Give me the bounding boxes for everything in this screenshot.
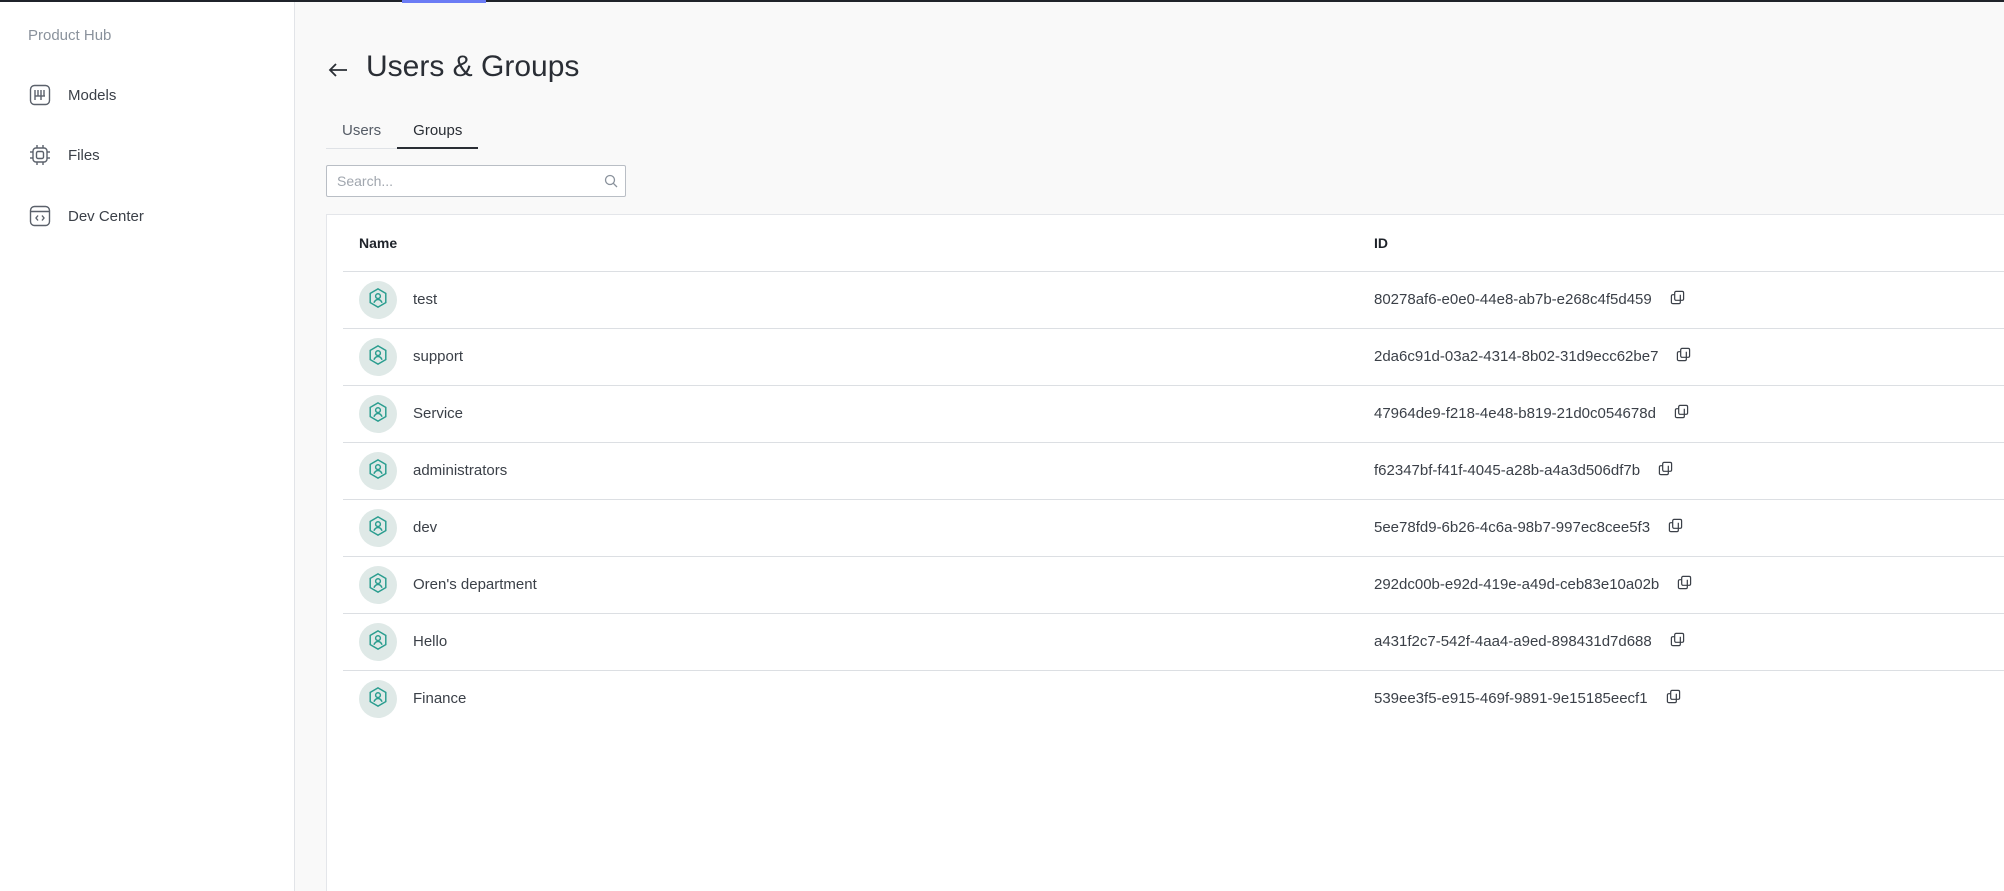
copy-icon[interactable]	[1676, 347, 1692, 363]
group-id-cell: 80278af6-e0e0-44e8-ab7b-e268c4f5d459	[1374, 290, 1686, 308]
search-box	[326, 165, 626, 197]
table-row[interactable]: Finance 539ee3f5-e915-469f-9891-9e15185ee…	[343, 671, 2004, 728]
group-name: Finance	[413, 690, 467, 707]
group-id-cell: 47964de9-f218-4e48-b819-21d0c054678d	[1374, 404, 1690, 422]
chip-icon	[28, 143, 52, 167]
group-id: f62347bf-f41f-4045-a28b-a4a3d506df7b	[1374, 462, 1641, 479]
group-id-cell: 292dc00b-e92d-419e-a49d-ceb83e10a02b	[1374, 575, 1693, 593]
sidebar-item-label: Dev Center	[68, 207, 144, 225]
group-name: dev	[413, 519, 438, 536]
sidebar-item-files[interactable]: Files	[28, 140, 100, 170]
table-row[interactable]: support 2da6c91d-03a2-4314-8b02-31d9ecc62…	[343, 329, 2004, 386]
groups-table: Name ID test 80278af6-e0e0-44e8-ab7b-e268…	[326, 214, 2004, 891]
table-row[interactable]: Service 47964de9-f218-4e48-b819-21d0c0546…	[343, 386, 2004, 443]
sidebar: Product Hub Models Files Dev Center	[0, 2, 295, 891]
group-name: Hello	[413, 633, 448, 650]
sidebar-item-dev-center[interactable]: Dev Center	[28, 201, 144, 231]
group-id: 5ee78fd9-6b26-4c6a-98b7-997ec8cee5f3	[1374, 519, 1651, 536]
group-avatar	[359, 281, 397, 319]
tab-bar: Users Groups	[326, 118, 479, 149]
group-icon	[367, 401, 389, 428]
tab-groups[interactable]: Groups	[397, 118, 479, 149]
group-id: 2da6c91d-03a2-4314-8b02-31d9ecc62be7	[1374, 348, 1659, 365]
copy-icon[interactable]	[1658, 461, 1674, 477]
copy-icon[interactable]	[1670, 632, 1686, 648]
group-name: Service	[413, 405, 464, 422]
arrow-left-icon	[328, 63, 347, 77]
code-window-icon	[28, 204, 52, 228]
group-id-cell: a431f2c7-542f-4aa4-a9ed-898431d7d688	[1374, 632, 1686, 650]
models-icon	[28, 83, 52, 107]
group-avatar	[359, 680, 397, 718]
group-name: support	[413, 348, 464, 365]
group-avatar	[359, 509, 397, 547]
tab-users[interactable]: Users	[326, 118, 397, 149]
page-title: Users & Groups	[366, 50, 580, 83]
table-header: Name ID	[343, 215, 2004, 272]
group-icon	[367, 344, 389, 371]
group-icon	[367, 458, 389, 485]
back-button[interactable]	[326, 58, 350, 82]
group-name: administrators	[413, 462, 508, 479]
group-id: 47964de9-f218-4e48-b819-21d0c054678d	[1374, 405, 1656, 422]
search-icon[interactable]	[604, 174, 618, 193]
group-id-cell: f62347bf-f41f-4045-a28b-a4a3d506df7b	[1374, 461, 1674, 479]
column-header-name: Name	[359, 235, 398, 251]
table-row[interactable]: administrators f62347bf-f41f-4045-a28b-a4…	[343, 443, 2004, 500]
main-content: Users & Groups Users Groups Name ID test…	[296, 2, 2004, 891]
group-icon	[367, 572, 389, 599]
group-avatar	[359, 566, 397, 604]
group-icon	[367, 629, 389, 656]
copy-icon[interactable]	[1666, 689, 1682, 705]
group-avatar	[359, 623, 397, 661]
copy-icon[interactable]	[1674, 404, 1690, 420]
search-input[interactable]	[327, 173, 597, 189]
group-avatar	[359, 338, 397, 376]
group-avatar	[359, 452, 397, 490]
group-name: test	[413, 291, 438, 308]
table-row[interactable]: Oren's department 292dc00b-e92d-419e-a49d…	[343, 557, 2004, 614]
group-id: 539ee3f5-e915-469f-9891-9e15185eecf1	[1374, 690, 1648, 707]
copy-icon[interactable]	[1668, 518, 1684, 534]
brand-label: Product Hub	[28, 27, 112, 44]
group-id: a431f2c7-542f-4aa4-a9ed-898431d7d688	[1374, 633, 1652, 650]
group-id: 292dc00b-e92d-419e-a49d-ceb83e10a02b	[1374, 576, 1660, 593]
group-icon	[367, 287, 389, 314]
group-avatar	[359, 395, 397, 433]
column-header-id: ID	[1374, 235, 1388, 251]
sidebar-item-models[interactable]: Models	[28, 80, 116, 110]
copy-icon[interactable]	[1677, 575, 1693, 591]
copy-icon[interactable]	[1670, 290, 1686, 306]
group-icon	[367, 686, 389, 713]
group-id-cell: 2da6c91d-03a2-4314-8b02-31d9ecc62be7	[1374, 347, 1692, 365]
group-id: 80278af6-e0e0-44e8-ab7b-e268c4f5d459	[1374, 291, 1652, 308]
table-row[interactable]: Hello a431f2c7-542f-4aa4-a9ed-898431d7d68…	[343, 614, 2004, 671]
sidebar-item-label: Files	[68, 146, 100, 164]
table-row[interactable]: test 80278af6-e0e0-44e8-ab7b-e268c4f5d459	[343, 272, 2004, 329]
group-id-cell: 5ee78fd9-6b26-4c6a-98b7-997ec8cee5f3	[1374, 518, 1684, 536]
group-id-cell: 539ee3f5-e915-469f-9891-9e15185eecf1	[1374, 689, 1682, 707]
group-name: Oren's department	[413, 576, 537, 593]
table-row[interactable]: dev 5ee78fd9-6b26-4c6a-98b7-997ec8cee5f3	[343, 500, 2004, 557]
group-icon	[367, 515, 389, 542]
sidebar-item-label: Models	[68, 86, 117, 104]
